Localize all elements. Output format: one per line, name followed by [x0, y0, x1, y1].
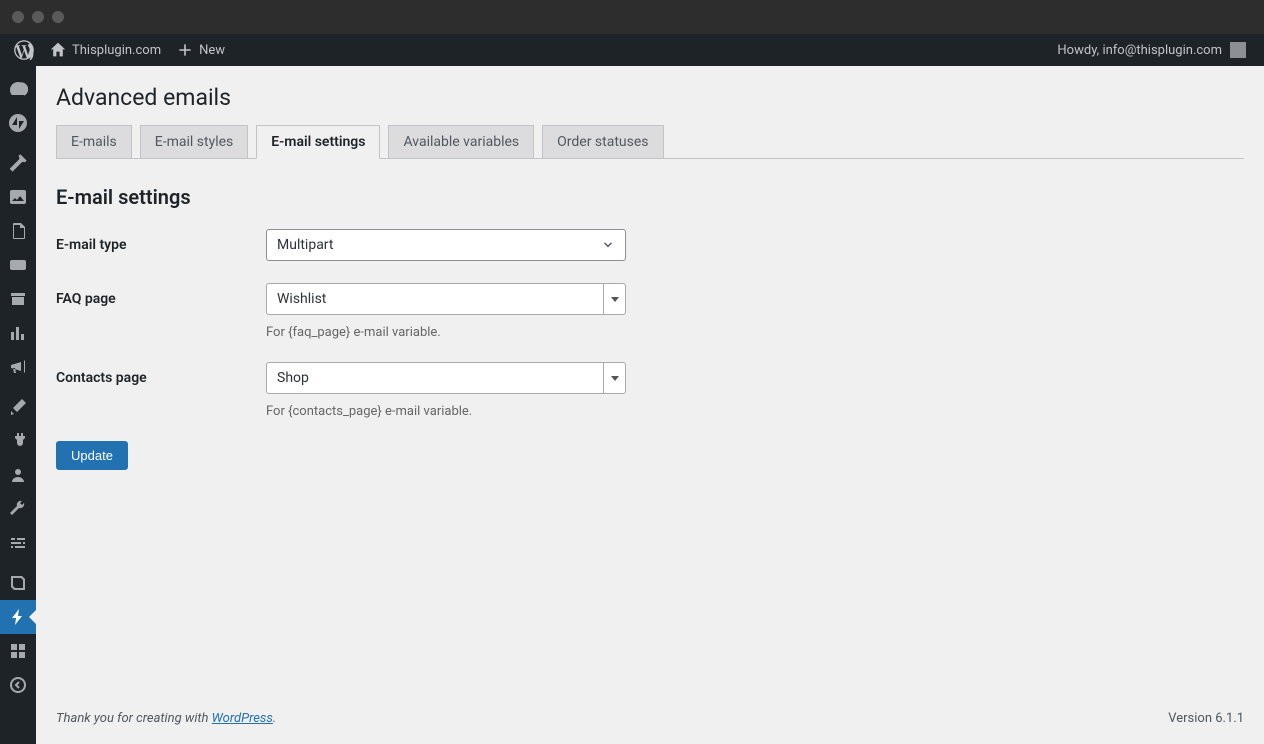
site-name: Thisplugin.com — [72, 43, 161, 58]
sidebar-dashboard[interactable] — [0, 72, 36, 106]
sidebar-media[interactable] — [0, 180, 36, 214]
chevron-down-icon — [601, 238, 615, 252]
dashboard-icon — [8, 79, 28, 99]
sidebar-users[interactable] — [0, 458, 36, 492]
tab-order-statuses[interactable]: Order statuses — [542, 125, 663, 159]
megaphone-icon — [8, 357, 28, 377]
tabs: E-mails E-mail styles E-mail settings Av… — [56, 125, 1244, 159]
bars-icon — [8, 323, 28, 343]
new-label: New — [199, 43, 225, 58]
admin-sidebar — [0, 66, 36, 744]
sidebar-jetpack[interactable] — [0, 106, 36, 140]
woo-icon — [8, 255, 28, 275]
sidebar-collapse[interactable] — [0, 668, 36, 702]
brush-icon — [8, 397, 28, 417]
tab-available-variables[interactable]: Available variables — [388, 125, 534, 159]
grid-icon — [8, 641, 28, 661]
content-area: Advanced emails E-mails E-mail styles E-… — [36, 66, 1264, 744]
footer-version: Version 6.1.1 — [1168, 711, 1244, 726]
archive-icon — [8, 289, 28, 309]
sidebar-analytics[interactable] — [0, 316, 36, 350]
update-button[interactable]: Update — [56, 441, 128, 470]
window-min-dot[interactable] — [32, 11, 44, 23]
window-close-dot[interactable] — [12, 11, 24, 23]
wordpress-icon — [14, 40, 34, 60]
avatar — [1230, 42, 1246, 58]
dropdown-button[interactable] — [603, 363, 625, 393]
sidebar-settings[interactable] — [0, 526, 36, 560]
select-contacts-page[interactable]: Shop — [266, 362, 626, 394]
tab-emails[interactable]: E-mails — [56, 125, 132, 159]
sidebar-products[interactable] — [0, 282, 36, 316]
howdy-text: Howdy, info@thisplugin.com — [1057, 43, 1222, 58]
sidebar-posts[interactable] — [0, 146, 36, 180]
select-email-type[interactable]: Multipart — [266, 229, 626, 261]
window-chrome — [0, 0, 1264, 34]
select-faq-page-value: Wishlist — [277, 291, 326, 307]
footer: Thank you for creating with WordPress. V… — [56, 689, 1244, 744]
admin-bar: Thisplugin.com New Howdy, info@thisplugi… — [0, 34, 1264, 66]
new-content[interactable]: New — [169, 34, 233, 66]
sliders-icon — [8, 533, 28, 553]
pages-icon — [8, 221, 28, 241]
caret-down-icon — [611, 376, 619, 381]
section-title: E-mail settings — [56, 185, 1244, 209]
home-icon — [50, 42, 66, 58]
sidebar-wpdocs[interactable] — [0, 566, 36, 600]
caret-down-icon — [611, 297, 619, 302]
media-icon — [8, 187, 28, 207]
helper-contacts-page: For {contacts_page} e-mail variable. — [266, 404, 626, 419]
pin-icon — [8, 153, 28, 173]
select-faq-page[interactable]: Wishlist — [266, 283, 626, 315]
site-link[interactable]: Thisplugin.com — [42, 34, 169, 66]
label-contacts-page: Contacts page — [56, 362, 266, 386]
tab-email-settings[interactable]: E-mail settings — [256, 125, 380, 159]
sidebar-thisplugin[interactable] — [0, 600, 36, 634]
sidebar-tools[interactable] — [0, 492, 36, 526]
wp-logo[interactable] — [6, 34, 42, 66]
sidebar-marketing[interactable] — [0, 350, 36, 384]
select-email-type-value: Multipart — [277, 237, 333, 253]
sidebar-woocommerce[interactable] — [0, 248, 36, 282]
footer-thanks: Thank you for creating with — [56, 711, 212, 726]
select-contacts-page-value: Shop — [277, 370, 309, 386]
account-menu[interactable]: Howdy, info@thisplugin.com — [1043, 34, 1254, 66]
wordpress-link[interactable]: WordPress — [212, 711, 273, 726]
sidebar-plugins[interactable] — [0, 424, 36, 458]
circle-slash-icon — [8, 113, 28, 133]
plug-icon — [8, 431, 28, 451]
label-faq-page: FAQ page — [56, 283, 266, 307]
bolt-icon — [8, 607, 28, 627]
wrench-icon — [8, 499, 28, 519]
stack-icon — [8, 573, 28, 593]
user-icon — [8, 465, 28, 485]
dropdown-button[interactable] — [603, 284, 625, 314]
sidebar-pages[interactable] — [0, 214, 36, 248]
label-email-type: E-mail type — [56, 229, 266, 253]
window-max-dot[interactable] — [52, 11, 64, 23]
sidebar-blocks[interactable] — [0, 634, 36, 668]
page-title: Advanced emails — [56, 84, 1244, 111]
tab-email-styles[interactable]: E-mail styles — [140, 125, 248, 159]
collapse-icon — [8, 675, 28, 695]
plus-icon — [177, 42, 193, 58]
sidebar-appearance[interactable] — [0, 390, 36, 424]
helper-faq-page: For {faq_page} e-mail variable. — [266, 325, 626, 340]
